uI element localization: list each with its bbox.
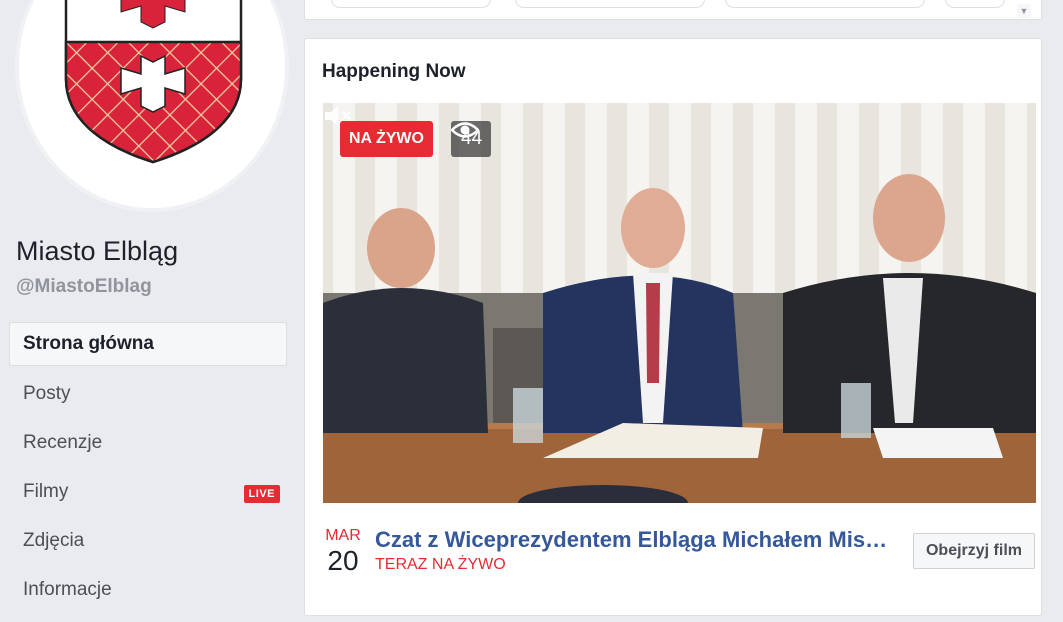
viewer-count-badge: 44 [451,121,492,157]
nav-item-label: Zdjęcia [23,530,85,551]
nav-item-label: Recenzje [23,432,103,453]
composer-option[interactable] [945,0,1005,8]
live-video-player[interactable]: NA ŻYWO 44 [323,103,1036,503]
nav-item-photos[interactable]: Zdjęcia [9,518,287,566]
happening-now-card: Happening Now NA ŻYWO 44 MAR 20 Czat z W… [304,38,1042,616]
event-status: TERAZ NA ŻYWO [375,556,506,573]
page-nav: Strona główna Posty Recenzje Filmy LIVE … [9,322,287,616]
composer-option[interactable] [331,0,491,8]
chevron-down-icon[interactable]: ▼ [1017,4,1031,18]
nav-item-about[interactable]: Informacje [9,567,287,615]
composer-option[interactable] [725,0,925,8]
muted-speaker-icon[interactable] [323,103,353,129]
event-title-link[interactable]: Czat z Wiceprezydentem Elbląga Michałem … [375,527,895,553]
nav-item-reviews[interactable]: Recenzje [9,420,287,468]
nav-item-label: Posty [23,383,71,404]
live-badge: LIVE [243,485,280,503]
nav-item-home[interactable]: Strona główna [9,322,287,366]
nav-item-label: Strona główna [23,333,154,354]
video-frame [323,103,1036,503]
composer-option[interactable] [515,0,705,8]
event-month: MAR [325,527,361,544]
event-date: MAR 20 [322,527,364,577]
coat-of-arms-logo [64,0,243,164]
nav-item-label: Informacje [23,579,112,600]
composer-card: ▼ [304,0,1042,20]
eye-icon [451,122,479,138]
nav-item-posts[interactable]: Posty [9,371,287,419]
nav-item-label: Filmy [23,481,69,502]
live-indicator: NA ŻYWO [340,121,433,157]
nav-item-videos[interactable]: Filmy LIVE [9,469,287,517]
event-day: 20 [327,545,359,576]
watch-video-button[interactable]: Obejrzyj film [912,533,1035,569]
page-name[interactable]: Miasto Elbląg [16,236,178,267]
profile-picture[interactable] [15,0,289,212]
page-handle[interactable]: @MiastoElblag [16,276,152,298]
card-title: Happening Now [322,61,466,82]
